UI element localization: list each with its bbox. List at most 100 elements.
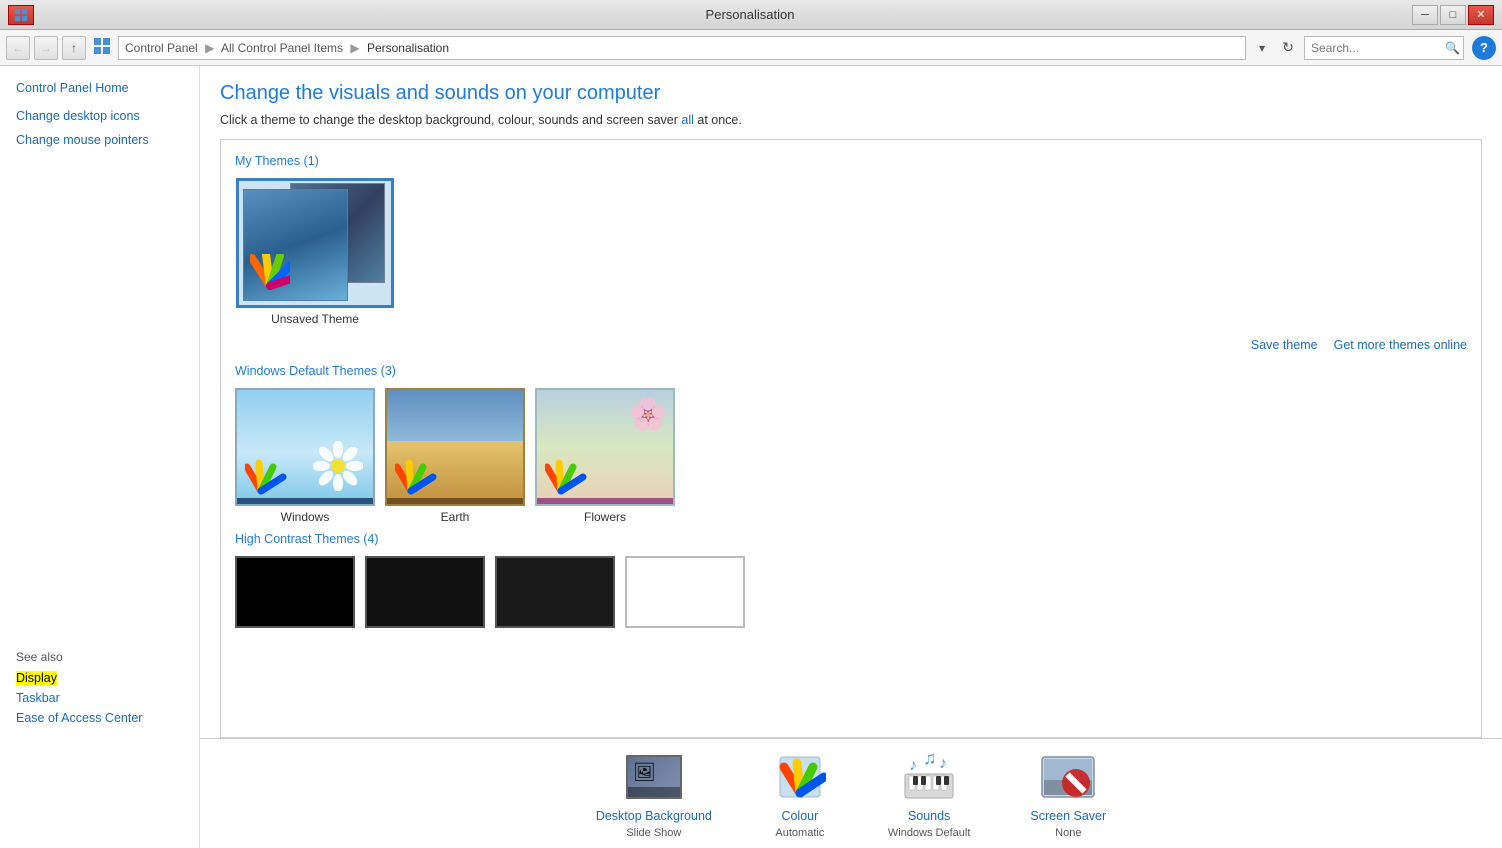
themes-panel: My Themes (1) bbox=[220, 139, 1482, 738]
maximize-button[interactable]: □ bbox=[1440, 5, 1466, 25]
address-bar: ← → ↑ Control Panel ▶ All Control Panel … bbox=[0, 30, 1502, 66]
colour-label: Colour bbox=[781, 809, 818, 823]
bottom-item-desktop-background[interactable]: 🖼 Desktop Background Slide Show bbox=[596, 749, 712, 839]
breadcrumb: Control Panel ▶ All Control Panel Items … bbox=[125, 41, 449, 55]
windows-default-header: Windows Default Themes (3) bbox=[235, 364, 1467, 378]
color-fan-flowers-icon bbox=[545, 455, 587, 497]
dropdown-button[interactable]: ▾ bbox=[1250, 36, 1274, 60]
sidebar-item-change-mouse-pointers[interactable]: Change mouse pointers bbox=[0, 130, 199, 150]
flowers-thumb: 🌸 bbox=[535, 388, 675, 506]
sidebar-see-also-section: See also Display Taskbar Ease of Access … bbox=[0, 638, 200, 728]
breadcrumb-all-items[interactable]: All Control Panel Items bbox=[221, 41, 343, 55]
theme-item-unsaved[interactable]: Unsaved Theme bbox=[235, 178, 395, 326]
save-theme-link[interactable]: Save theme bbox=[1251, 338, 1318, 352]
window-title: Personalisation bbox=[88, 7, 1412, 22]
sidebar: Control Panel Home Change desktop icons … bbox=[0, 66, 200, 848]
hc2-thumb bbox=[365, 556, 485, 628]
help-button[interactable]: ? bbox=[1472, 36, 1496, 60]
main-layout: Control Panel Home Change desktop icons … bbox=[0, 66, 1502, 848]
sidebar-item-display[interactable]: Display bbox=[0, 668, 200, 688]
content-area: Change the visuals and sounds on your co… bbox=[200, 66, 1502, 848]
theme-actions: Save theme Get more themes online bbox=[235, 334, 1467, 360]
high-contrast-header: High Contrast Themes (4) bbox=[235, 532, 1467, 546]
bottom-item-screen-saver[interactable]: Screen Saver None bbox=[1030, 749, 1106, 839]
sidebar-item-ease-of-access[interactable]: Ease of Access Center bbox=[0, 708, 200, 728]
theme-item-earth[interactable]: Earth bbox=[385, 388, 525, 524]
high-contrast-list bbox=[235, 556, 1467, 628]
close-button[interactable]: ✕ bbox=[1468, 5, 1494, 25]
minimize-button[interactable]: ─ bbox=[1412, 5, 1438, 25]
desc-link[interactable]: all bbox=[681, 113, 694, 127]
screen-saver-sublabel: None bbox=[1055, 827, 1081, 839]
sidebar-item-change-desktop-icons[interactable]: Change desktop icons bbox=[0, 106, 199, 126]
desc-prefix: Click a theme to change the desktop back… bbox=[220, 113, 681, 127]
search-icon[interactable]: 🔍 bbox=[1445, 41, 1460, 55]
breadcrumb-sep-1: ▶ bbox=[205, 41, 214, 55]
theme-item-hc2[interactable] bbox=[365, 556, 485, 628]
desktop-background-sublabel: Slide Show bbox=[626, 827, 681, 839]
sounds-icon: ♪ ♫ ♪ bbox=[901, 749, 957, 805]
up-button[interactable]: ↑ bbox=[62, 36, 86, 60]
sidebar-nav: Control Panel Home Change desktop icons … bbox=[0, 78, 199, 150]
address-field[interactable]: Control Panel ▶ All Control Panel Items … bbox=[118, 36, 1246, 60]
desc-suffix: at once. bbox=[694, 113, 742, 127]
get-more-themes-link[interactable]: Get more themes online bbox=[1334, 338, 1467, 352]
colour-sublabel: Automatic bbox=[775, 827, 824, 839]
sounds-label: Sounds bbox=[908, 809, 950, 823]
hc3-thumb bbox=[495, 556, 615, 628]
bottom-item-sounds[interactable]: ♪ ♫ ♪ Sounds Windows Default bbox=[888, 749, 971, 839]
bottom-item-colour[interactable]: Colour Automatic bbox=[772, 749, 828, 839]
svg-text:♪: ♪ bbox=[939, 755, 947, 772]
breadcrumb-sep-2: ▶ bbox=[350, 41, 359, 55]
window-icon bbox=[8, 5, 34, 25]
desktop-background-icon: 🖼 bbox=[626, 749, 682, 805]
earth-thumb bbox=[385, 388, 525, 506]
unsaved-thumb bbox=[236, 178, 394, 308]
refresh-button[interactable]: ↻ bbox=[1276, 36, 1300, 60]
sidebar-item-taskbar[interactable]: Taskbar bbox=[0, 688, 200, 708]
windows-theme-name: Windows bbox=[281, 510, 330, 524]
theme-item-flowers[interactable]: 🌸 bbox=[535, 388, 675, 524]
display-highlight: Display bbox=[16, 671, 57, 685]
page-description: Click a theme to change the desktop back… bbox=[220, 113, 1482, 127]
daisy-icon bbox=[313, 441, 363, 491]
windows-logo-icon bbox=[94, 38, 110, 54]
svg-text:♫: ♫ bbox=[923, 752, 937, 768]
hc1-thumb bbox=[235, 556, 355, 628]
bottom-bar: 🖼 Desktop Background Slide Show bbox=[200, 738, 1502, 848]
earth-theme-name: Earth bbox=[441, 510, 470, 524]
flowers-theme-name: Flowers bbox=[584, 510, 626, 524]
windows-thumb bbox=[235, 388, 375, 506]
page-title: Change the visuals and sounds on your co… bbox=[220, 82, 1482, 105]
my-themes-list: Unsaved Theme bbox=[235, 178, 1467, 326]
theme-item-hc4[interactable] bbox=[625, 556, 745, 628]
content-inner: Change the visuals and sounds on your co… bbox=[200, 66, 1502, 738]
theme-item-windows[interactable]: Windows bbox=[235, 388, 375, 524]
search-input[interactable] bbox=[1304, 36, 1464, 60]
screen-saver-label: Screen Saver bbox=[1030, 809, 1106, 823]
breadcrumb-control-panel[interactable]: Control Panel bbox=[125, 41, 198, 55]
see-also-label: See also bbox=[0, 638, 200, 668]
color-fan-windows-icon bbox=[245, 455, 287, 497]
theme-item-hc3[interactable] bbox=[495, 556, 615, 628]
breadcrumb-current: Personalisation bbox=[367, 41, 449, 55]
my-themes-header: My Themes (1) bbox=[235, 154, 1467, 168]
title-bar: Personalisation ─ □ ✕ bbox=[0, 0, 1502, 30]
back-button[interactable]: ← bbox=[6, 36, 30, 60]
color-fan-earth-icon bbox=[395, 455, 437, 497]
desktop-background-label: Desktop Background bbox=[596, 809, 712, 823]
screen-saver-icon bbox=[1040, 749, 1096, 805]
window-controls: ─ □ ✕ bbox=[1412, 5, 1494, 25]
forward-button[interactable]: → bbox=[34, 36, 58, 60]
sidebar-item-control-panel-home[interactable]: Control Panel Home bbox=[0, 78, 199, 98]
hc4-thumb bbox=[625, 556, 745, 628]
colour-icon bbox=[772, 749, 828, 805]
windows-themes-list: Windows bbox=[235, 388, 1467, 524]
color-fan-icon bbox=[250, 254, 290, 294]
svg-text:♪: ♪ bbox=[909, 757, 917, 774]
themes-scroll[interactable]: My Themes (1) bbox=[221, 140, 1481, 737]
unsaved-theme-name: Unsaved Theme bbox=[271, 312, 359, 326]
search-wrap: 🔍 bbox=[1304, 36, 1464, 60]
theme-item-hc1[interactable] bbox=[235, 556, 355, 628]
sounds-sublabel: Windows Default bbox=[888, 827, 971, 839]
